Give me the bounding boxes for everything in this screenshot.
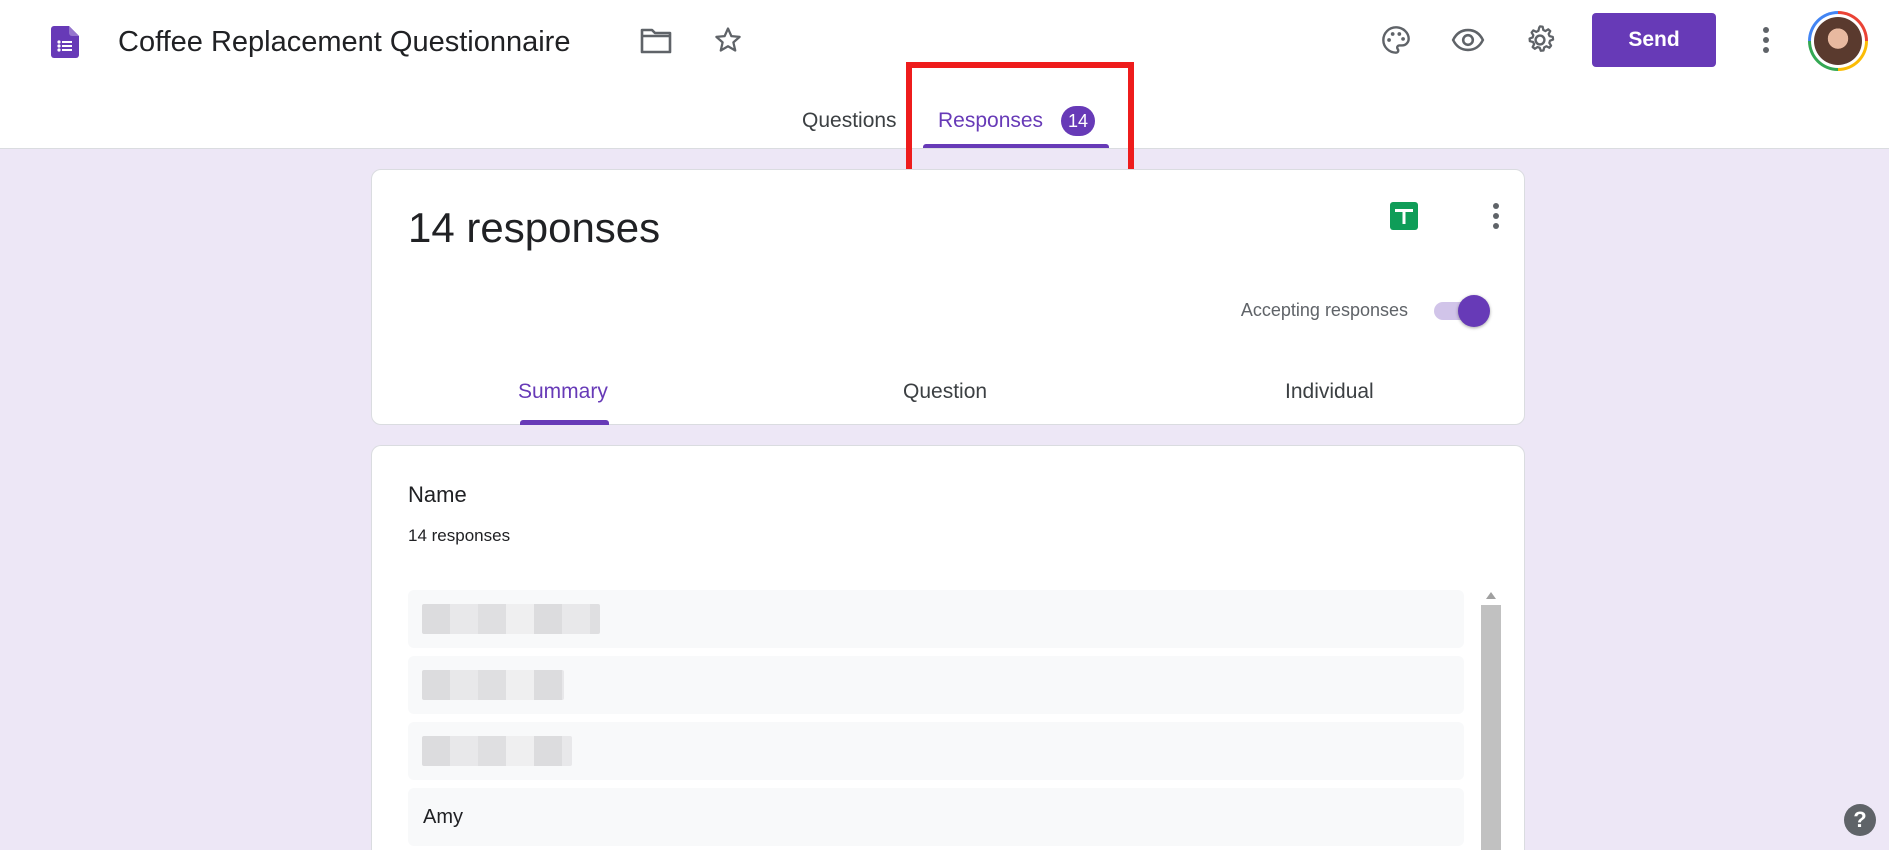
list-item: [408, 590, 1464, 648]
avatar-photo: [1814, 17, 1862, 65]
avatar[interactable]: [1808, 11, 1868, 71]
avatar-frame: [1811, 14, 1865, 68]
eye-icon[interactable]: [1450, 22, 1486, 58]
redacted-text: [422, 736, 572, 766]
question-response-count: 14 responses: [408, 526, 511, 545]
star-icon[interactable]: [710, 22, 746, 58]
question-title: Name: [408, 482, 467, 507]
more-vert-icon[interactable]: [1478, 198, 1514, 234]
accepting-responses-toggle[interactable]: [1432, 294, 1490, 327]
answer-list: Amy: [408, 590, 1464, 850]
question-summary-card: Name 14 responses Amy: [371, 445, 1525, 850]
redacted-text: [422, 670, 564, 700]
gear-icon[interactable]: [1522, 22, 1558, 58]
help-icon[interactable]: ?: [1844, 804, 1876, 836]
active-subtab-indicator: [520, 420, 609, 425]
subtab-summary[interactable]: Summary: [518, 377, 608, 407]
folder-icon[interactable]: [638, 22, 674, 58]
subtab-question[interactable]: Question: [903, 377, 987, 407]
list-item: Amy: [408, 788, 1464, 846]
list-item: [408, 656, 1464, 714]
palette-icon[interactable]: [1378, 22, 1414, 58]
send-button[interactable]: Send: [1592, 13, 1716, 67]
scrollbar-thumb[interactable]: [1481, 605, 1501, 850]
toggle-knob: [1458, 295, 1490, 327]
highlight-annotation-box: [906, 62, 1134, 182]
app-header: Coffee Replacement Questionnaire Send Qu…: [0, 0, 1889, 182]
answer-text: Amy: [423, 806, 463, 828]
subtab-individual[interactable]: Individual: [1285, 377, 1374, 407]
form-title[interactable]: Coffee Replacement Questionnaire: [118, 22, 570, 62]
accepting-responses-label: Accepting responses: [1240, 300, 1408, 320]
responses-summary-card: 14 responses Accepting responses Summary…: [371, 169, 1525, 425]
forms-icon[interactable]: [51, 26, 79, 58]
responses-count-heading: 14 responses: [408, 204, 661, 251]
more-vert-icon[interactable]: [1748, 22, 1784, 58]
scroll-up-arrow-icon[interactable]: [1480, 585, 1502, 605]
redacted-text: [422, 604, 600, 634]
list-item: [408, 722, 1464, 780]
tab-questions[interactable]: Questions: [802, 106, 897, 136]
scrollbar[interactable]: [1480, 585, 1502, 850]
sheets-icon[interactable]: [1390, 202, 1418, 230]
